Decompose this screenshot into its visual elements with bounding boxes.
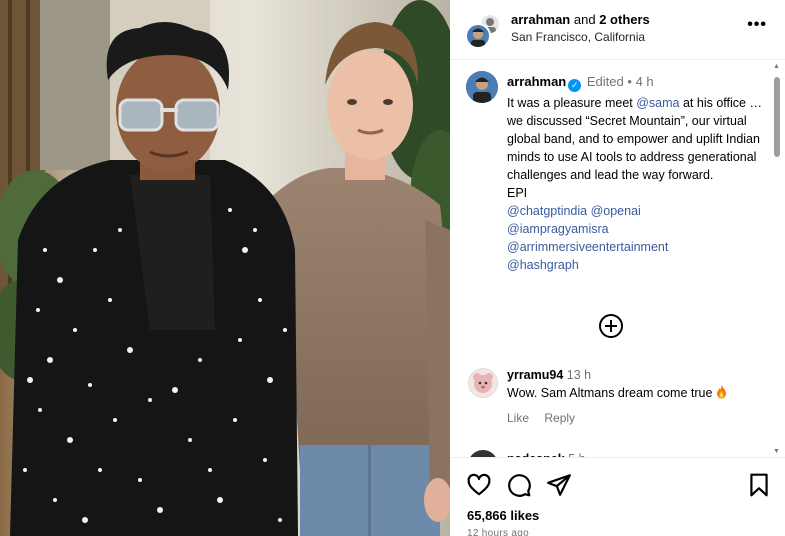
tag-link[interactable]: @arrimmersiveentertainment (507, 238, 767, 256)
like-heart-icon[interactable] (466, 472, 492, 498)
photo-illustration (0, 0, 450, 536)
scroll-down-arrow-icon[interactable]: ▼ (773, 448, 780, 455)
meta-separator: • (627, 74, 632, 89)
post-photo[interactable] (0, 0, 450, 536)
comment-avatar[interactable] (468, 368, 498, 398)
comment-text-line: Wow. Sam Altmans dream come true (507, 384, 767, 402)
avatar (465, 23, 491, 49)
mention-link[interactable]: @sama (636, 96, 679, 110)
scrollbar-thumb[interactable] (774, 77, 780, 157)
verified-badge-icon: ✓ (568, 79, 582, 92)
caption-epi: EPI (507, 186, 528, 200)
caption-text: It was a pleasure meet @sama at his offi… (507, 94, 767, 184)
tag-link[interactable]: @hashgraph (507, 256, 767, 274)
save-bookmark-icon[interactable] (746, 472, 772, 498)
fire-emoji-icon (716, 385, 726, 399)
comment-reply-button[interactable]: Reply (544, 411, 575, 425)
post-time: 12 hours ago (467, 528, 529, 536)
share-paper-plane-icon[interactable] (546, 472, 572, 498)
header-others[interactable]: 2 others (599, 12, 650, 27)
comment-bubble-icon[interactable] (506, 472, 532, 498)
comment-text: Wow. Sam Altmans dream come true (507, 386, 713, 400)
comment-time[interactable]: 13 h (567, 368, 591, 382)
comment-username[interactable]: yrramu94 (507, 368, 563, 382)
caption-username[interactable]: arrahman (507, 74, 566, 89)
tag-link[interactable]: @chatgptindia (507, 204, 587, 218)
caption-text-before: It was a pleasure meet (507, 96, 637, 110)
comment-avatar[interactable] (468, 450, 498, 457)
caption-body: arrahman ✓ Edited • 4 h It was a pleasure… (507, 73, 767, 274)
post-detail-panel: arrahman and 2 others San Francisco, Cal… (450, 0, 785, 536)
likes-count[interactable]: 65,866 likes (467, 508, 539, 523)
comment-like-button[interactable]: Like (507, 411, 529, 425)
header-username[interactable]: arrahman (511, 12, 570, 27)
collab-avatars[interactable] (465, 13, 501, 49)
caption-meta: arrahman ✓ Edited • 4 h (507, 73, 767, 92)
tag-link[interactable]: @iampragyamisra (507, 220, 767, 238)
comment-actions: Like Reply (507, 409, 767, 427)
location-link[interactable]: San Francisco, California (511, 30, 645, 44)
caption-time[interactable]: 4 h (636, 74, 654, 89)
edited-label: Edited (586, 74, 624, 89)
tag-link[interactable]: @openai (591, 204, 641, 218)
more-options-button[interactable]: ••• (747, 16, 767, 34)
load-more-comments-icon[interactable] (599, 314, 623, 338)
post-footer: 65,866 likes 12 hours ago (450, 457, 785, 536)
comment-item: nadesnek 5 h (466, 446, 766, 457)
comments-scrollbar[interactable]: ▲ ▼ (772, 61, 782, 457)
header-and: and (573, 12, 596, 27)
header-usernames: arrahman and 2 others (511, 12, 650, 27)
comment-body: yrramu94 13 h Wow. Sam Altmans dream com… (507, 366, 767, 427)
comments-scroll-area[interactable]: arrahman ✓ Edited • 4 h It was a pleasure… (450, 61, 785, 457)
post-header: arrahman and 2 others San Francisco, Cal… (450, 0, 785, 60)
caption-tags: @chatgptindia @openai @iampragyamisra @a… (507, 202, 767, 274)
scroll-up-arrow-icon[interactable]: ▲ (773, 63, 780, 70)
caption-avatar[interactable] (466, 71, 498, 103)
